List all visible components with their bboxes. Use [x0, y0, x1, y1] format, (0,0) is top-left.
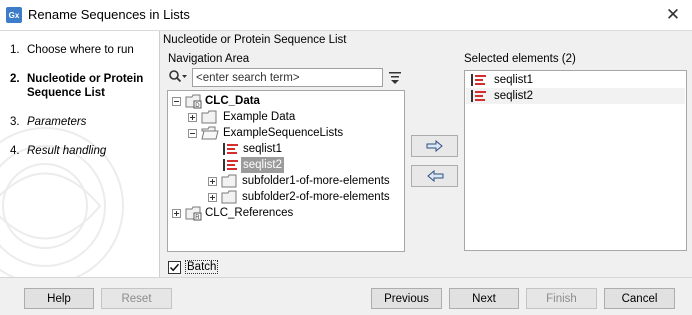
filter-icon[interactable]	[387, 69, 403, 85]
step-number: 3.	[10, 116, 20, 128]
selected-elements-label: Selected elements (2)	[464, 53, 576, 65]
sequence-list-icon	[471, 74, 486, 86]
next-button[interactable]: Next	[449, 288, 519, 309]
step-label: Choose where to run	[27, 44, 134, 56]
search-input[interactable]	[192, 68, 383, 87]
list-item-label: seqlist1	[494, 74, 533, 86]
svg-text:R: R	[195, 215, 200, 221]
tree-node-label: CLC_References	[205, 207, 294, 219]
section-title: Nucleotide or Protein Sequence List	[163, 34, 347, 46]
reference-database-icon: R	[185, 206, 202, 221]
tree-node-label: CLC_Data	[205, 95, 260, 107]
expand-toggle[interactable]	[172, 209, 181, 218]
selected-elements-list[interactable]: seqlist1 seqlist2	[464, 70, 687, 251]
window-title: Rename Sequences in Lists	[28, 7, 190, 22]
batch-label: Batch	[185, 260, 219, 274]
checkmark-icon	[169, 263, 180, 272]
step-number: 4.	[10, 145, 20, 157]
step-number: 2.	[10, 73, 20, 85]
wizard-steps-panel: 1. Choose where to run 2. Nucleotide or …	[0, 31, 160, 277]
list-item-label: seqlist2	[494, 90, 533, 102]
search-icon[interactable]	[168, 69, 188, 85]
arrow-right-icon	[426, 140, 443, 152]
tree-node-label: seqlist1	[243, 143, 282, 155]
sequence-list-icon	[471, 90, 486, 102]
tree-node-label: Example Data	[223, 111, 296, 123]
close-button[interactable]: ✕	[662, 4, 684, 26]
checkbox-box[interactable]	[168, 261, 181, 274]
expand-toggle[interactable]	[208, 177, 217, 186]
expand-toggle[interactable]	[208, 193, 217, 202]
folder-icon	[201, 110, 217, 124]
database-icon: D	[185, 94, 202, 109]
tree-node-label: subfolder2-of-more-elements	[242, 191, 390, 203]
title-bar: Gx Rename Sequences in Lists ✕	[0, 0, 692, 31]
tree-node-example-sequence-lists[interactable]: ExampleSequenceLists	[188, 125, 402, 141]
navigation-area-label: Navigation Area	[168, 53, 250, 65]
sequence-list-icon	[223, 159, 238, 171]
collapse-toggle[interactable]	[172, 97, 181, 106]
sequence-list-icon	[223, 143, 238, 155]
list-item[interactable]: seqlist2	[466, 88, 685, 104]
arrow-left-icon	[426, 170, 443, 182]
tree-node-label: subfolder1-of-more-elements	[242, 175, 390, 187]
cancel-button[interactable]: Cancel	[604, 288, 675, 309]
tree-node-seqlist2[interactable]: seqlist2	[222, 157, 402, 173]
folder-icon	[221, 174, 237, 188]
tree-node-example-data[interactable]: Example Data	[188, 109, 402, 125]
list-item[interactable]: seqlist1	[466, 72, 685, 88]
step-label: Nucleotide or Protein Sequence List	[27, 73, 144, 99]
open-folder-icon	[201, 126, 219, 140]
navigation-tree[interactable]: D CLC_Data Example Data ExampleSequenceL…	[167, 90, 405, 252]
step-number: 1.	[10, 44, 20, 56]
app-icon: Gx	[6, 7, 22, 23]
finish-button[interactable]: Finish	[526, 288, 597, 309]
tree-node-subfolder2[interactable]: subfolder2-of-more-elements	[208, 189, 404, 205]
tree-node-label-selected: seqlist2	[241, 157, 284, 173]
expand-toggle[interactable]	[188, 113, 197, 122]
remove-from-selected-button[interactable]	[411, 165, 458, 187]
previous-button[interactable]: Previous	[371, 288, 442, 309]
tree-node-clc-references[interactable]: R CLC_References	[172, 205, 402, 221]
tree-node-seqlist1[interactable]: seqlist1	[222, 141, 402, 157]
folder-icon	[221, 190, 237, 204]
tree-node-label: ExampleSequenceLists	[223, 127, 344, 139]
tree-node-subfolder1[interactable]: subfolder1-of-more-elements	[208, 173, 404, 189]
reset-button[interactable]: Reset	[101, 288, 172, 309]
step-label: Result handling	[27, 145, 107, 157]
add-to-selected-button[interactable]	[411, 135, 458, 157]
help-button[interactable]: Help	[24, 288, 94, 309]
collapse-toggle[interactable]	[188, 129, 197, 138]
step-label: Parameters	[27, 116, 87, 128]
tree-node-clc-data[interactable]: D CLC_Data	[172, 93, 402, 109]
